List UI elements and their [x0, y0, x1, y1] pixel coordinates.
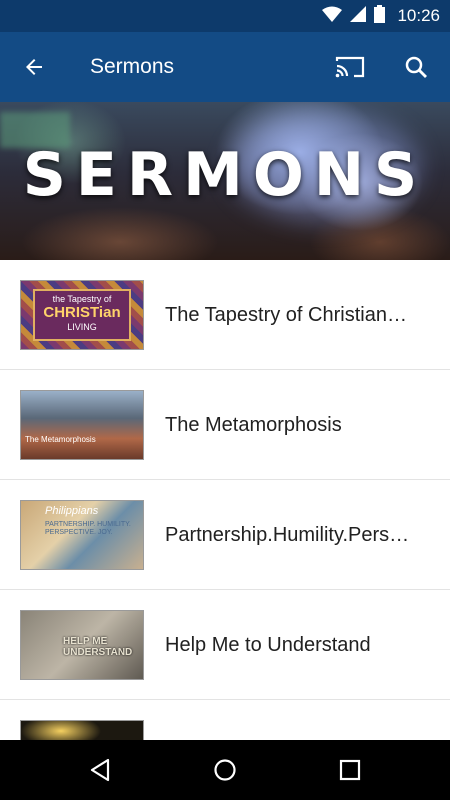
- app-bar: Sermons: [0, 32, 450, 102]
- home-circle-icon: [214, 759, 236, 781]
- sermon-title: The Metamorphosis: [165, 414, 342, 436]
- cast-button[interactable]: [330, 47, 370, 87]
- search-icon: [405, 56, 427, 78]
- sermon-title: [165, 700, 427, 740]
- hero-title: SERMONS: [22, 140, 428, 210]
- thumbnail-text-bottom: LIVING: [67, 321, 97, 332]
- nav-back-button[interactable]: [80, 750, 120, 790]
- sermon-thumbnail: HELP ME UNDERSTAND: [20, 610, 144, 680]
- sermon-item[interactable]: Philippians PARTNERSHIP. HUMILITY. PERSP…: [0, 480, 450, 590]
- thumbnail-text-main: CHRISTian: [43, 304, 121, 322]
- recents-square-icon: [339, 759, 361, 781]
- sermon-title: The Tapestry of Christian…: [165, 304, 407, 326]
- sermon-item[interactable]: the Tapestry of CHRISTian LIVING The Tap…: [0, 260, 450, 370]
- sermon-thumbnail: [20, 720, 144, 740]
- thumbnail-text: The Metamorphosis: [25, 435, 96, 444]
- status-bar: 10:26: [0, 0, 450, 32]
- hero-banner: SERMONS: [0, 102, 450, 260]
- thumbnail-text: Philippians: [45, 505, 99, 517]
- nav-home-button[interactable]: [205, 750, 245, 790]
- search-button[interactable]: [396, 47, 436, 87]
- back-triangle-icon: [90, 758, 110, 782]
- sermon-thumbnail: The Metamorphosis: [20, 390, 144, 460]
- sermon-title: Help Me to Understand: [165, 634, 371, 656]
- back-button[interactable]: [14, 47, 54, 87]
- status-time: 10:26: [397, 6, 440, 25]
- back-arrow-icon: [26, 59, 42, 75]
- thumbnail-text: HELP ME UNDERSTAND: [63, 636, 133, 658]
- sermon-list: the Tapestry of CHRISTian LIVING The Tap…: [0, 260, 450, 740]
- wifi-icon: [322, 6, 343, 27]
- cast-icon: [335, 56, 365, 78]
- sermon-item[interactable]: The Metamorphosis The Metamorphosis: [0, 370, 450, 480]
- system-nav-bar: [0, 740, 450, 800]
- thumbnail-text-top: the Tapestry of: [52, 294, 112, 304]
- sermon-thumbnail: Philippians PARTNERSHIP. HUMILITY. PERSP…: [20, 500, 144, 570]
- signal-icon: [350, 5, 367, 27]
- thumbnail-artwork: the Tapestry of CHRISTian LIVING: [33, 289, 131, 341]
- sermon-item[interactable]: HELP ME UNDERSTAND Help Me to Understand: [0, 590, 450, 700]
- status-icons: 10:26: [322, 0, 440, 32]
- sermon-title: Partnership.Humility.Pers…: [165, 524, 410, 546]
- battery-icon: [374, 4, 386, 28]
- thumbnail-subtext: PARTNERSHIP. HUMILITY. PERSPECTIVE. JOY.: [45, 521, 131, 537]
- sermon-item[interactable]: [0, 700, 450, 740]
- nav-recents-button[interactable]: [330, 750, 370, 790]
- page-title: Sermons: [90, 55, 175, 78]
- sermon-thumbnail: the Tapestry of CHRISTian LIVING: [20, 280, 144, 350]
